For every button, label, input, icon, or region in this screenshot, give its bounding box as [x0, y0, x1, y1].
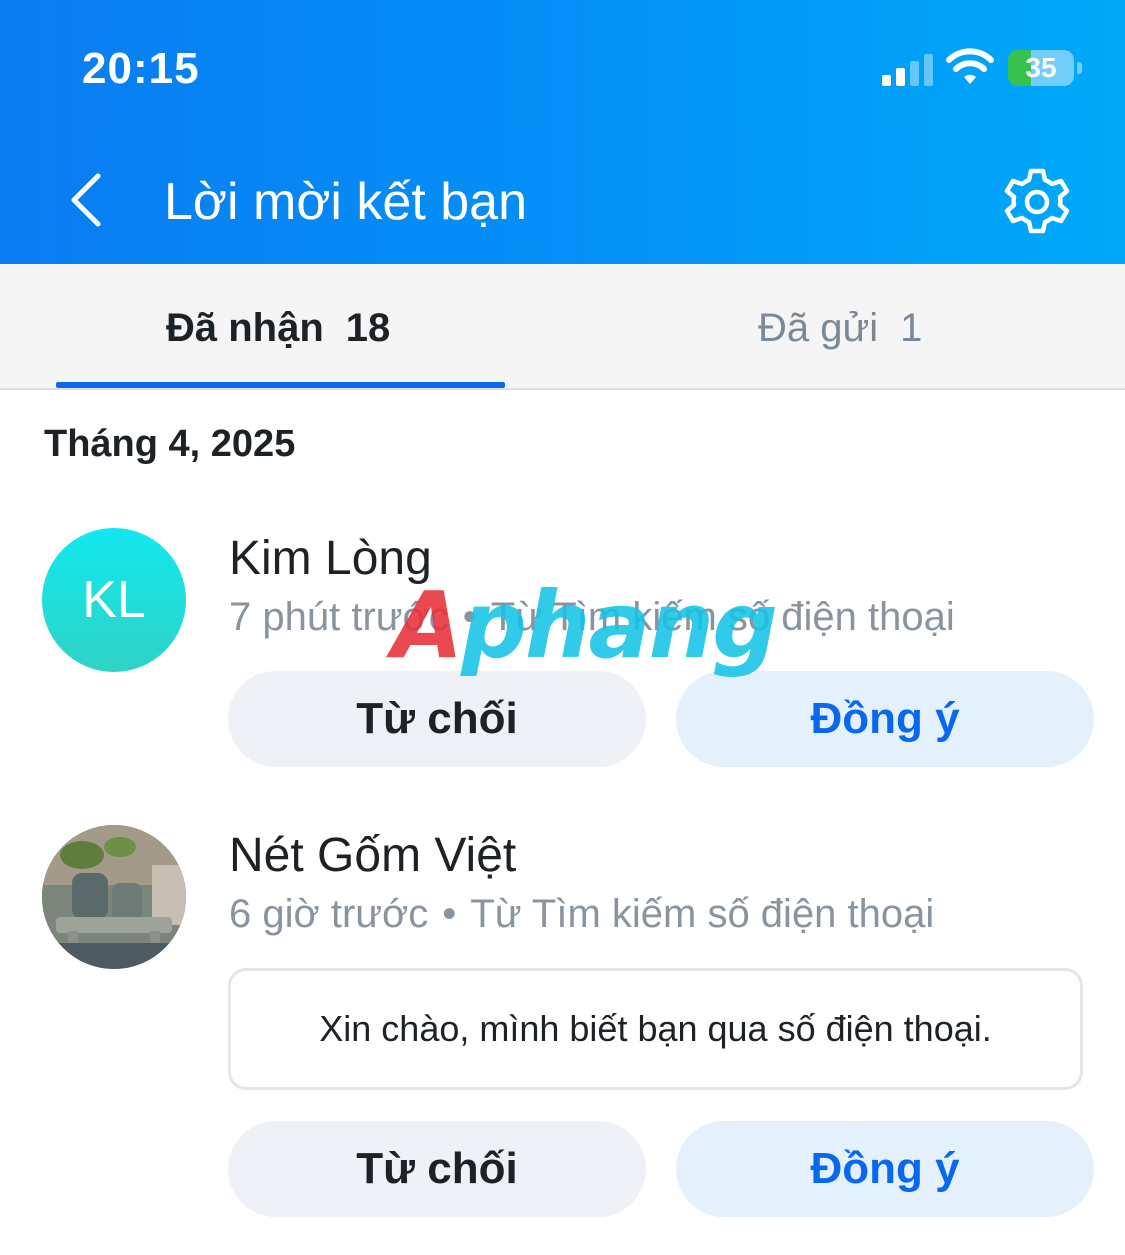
- status-time: 20:15: [82, 44, 200, 93]
- battery-tip: [1077, 62, 1082, 74]
- avatar-photo: [42, 825, 186, 969]
- battery-level: 35: [1025, 52, 1057, 83]
- request-message: Xin chào, mình biết bạn qua số điện thoạ…: [228, 968, 1083, 1090]
- active-tab-indicator: [56, 382, 505, 388]
- requester-name[interactable]: Kim Lòng: [229, 530, 432, 588]
- tab-received-text: Đã nhận 18: [166, 304, 390, 352]
- request-meta: 6 giờ trước • Từ Tìm kiếm số điện thoại: [229, 889, 934, 939]
- back-button[interactable]: [60, 170, 116, 230]
- tab-received-label: Đã nhận: [166, 306, 324, 350]
- avatar-initials: KL: [82, 571, 146, 629]
- meta-separator: •: [462, 595, 477, 639]
- app-header: 20:15 35 Lời mời kết bạn: [0, 0, 1125, 264]
- avatar[interactable]: [42, 825, 186, 969]
- tab-sent-count: 1: [900, 306, 923, 350]
- request-time: 7 phút trước: [229, 595, 449, 639]
- avatar[interactable]: KL: [42, 528, 186, 672]
- cellular-signal-icon: [882, 52, 934, 86]
- page-title: Lời mời kết bạn: [164, 173, 528, 231]
- meta-separator: •: [442, 892, 457, 936]
- section-title: Tháng 4, 2025: [44, 423, 296, 465]
- request-meta: 7 phút trước • Từ Tìm kiếm số điện thoại: [229, 592, 955, 642]
- tab-received[interactable]: Đã nhận 18: [0, 264, 560, 388]
- tab-sent-label: Đã gửi: [758, 306, 879, 350]
- gear-icon[interactable]: [1000, 165, 1074, 239]
- request-source: Từ Tìm kiếm số điện thoại: [470, 892, 935, 936]
- wifi-icon: [946, 48, 994, 84]
- decline-button[interactable]: Từ chối: [228, 671, 646, 767]
- tab-bar: Đã nhận 18 Đã gửi 1: [0, 264, 1125, 390]
- battery-icon: 35: [1008, 50, 1074, 86]
- tab-sent[interactable]: Đã gửi 1: [565, 264, 1125, 388]
- request-source: Từ Tìm kiếm số điện thoại: [490, 595, 955, 639]
- accept-button[interactable]: Đồng ý: [676, 671, 1094, 767]
- request-time: 6 giờ trước: [229, 892, 429, 936]
- tab-sent-text: Đã gửi 1: [758, 304, 922, 352]
- accept-button[interactable]: Đồng ý: [676, 1121, 1094, 1217]
- tab-received-count: 18: [345, 306, 391, 350]
- requester-name[interactable]: Nét Gốm Việt: [229, 827, 516, 885]
- decline-button[interactable]: Từ chối: [228, 1121, 646, 1217]
